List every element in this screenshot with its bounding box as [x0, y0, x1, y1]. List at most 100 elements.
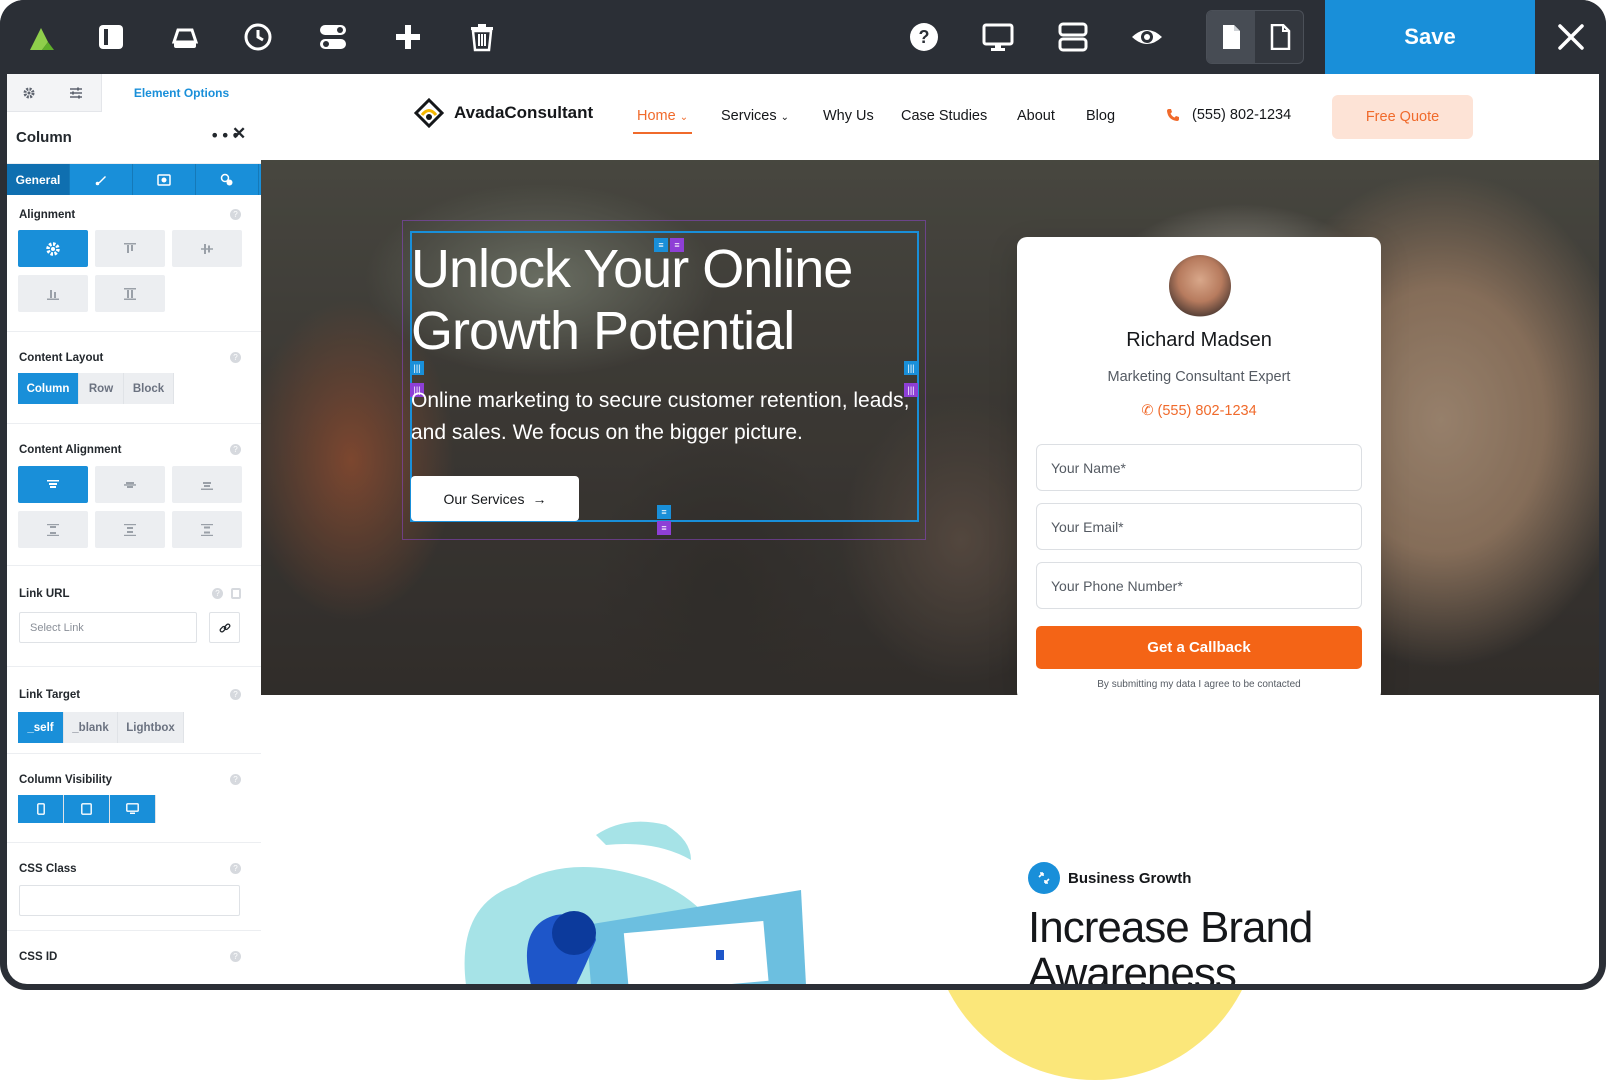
subtab-general[interactable]: General — [7, 164, 70, 195]
nav-blog[interactable]: Blog — [1086, 108, 1115, 124]
desktop-visibility-icon[interactable] — [110, 795, 156, 823]
alignment-section: Alignment ? — [7, 195, 261, 332]
link-target-segmented: _self _blank Lightbox — [18, 712, 184, 743]
callback-form-card: Richard Madsen Marketing Consultant Expe… — [1017, 237, 1381, 702]
bottom-drag-handle-icon[interactable]: ≡ — [657, 505, 671, 519]
panel-tabs: Element Options — [7, 74, 261, 112]
link-url-label: Link URL — [19, 588, 70, 600]
tab-element-options[interactable]: Element Options — [101, 74, 261, 112]
our-services-button[interactable]: Our Services → — [411, 476, 579, 521]
target-option-self[interactable]: _self — [18, 712, 64, 743]
help-icon[interactable]: ? — [230, 951, 241, 962]
space-around-icon[interactable] — [95, 511, 165, 548]
nav-about[interactable]: About — [1017, 108, 1055, 124]
dynamic-data-icon[interactable] — [231, 588, 241, 599]
content-alignment-label: Content Alignment — [19, 444, 122, 456]
add-icon[interactable] — [383, 12, 433, 62]
space-evenly-icon[interactable] — [172, 511, 242, 548]
css-id-label: CSS ID — [19, 951, 58, 963]
library-icon[interactable] — [160, 12, 210, 62]
design-brush-icon[interactable] — [70, 164, 133, 195]
email-field[interactable]: Your Email* — [1036, 503, 1362, 550]
tablet-visibility-icon[interactable] — [64, 795, 110, 823]
resize-right-handle-icon[interactable]: ||| — [904, 361, 918, 375]
trash-icon[interactable] — [457, 12, 507, 62]
justify-start-icon[interactable] — [18, 466, 88, 503]
save-button[interactable]: Save — [1325, 0, 1535, 74]
link-chain-icon[interactable] — [209, 612, 240, 643]
page-icon[interactable] — [1207, 11, 1255, 63]
content-layout-segmented: Column Row Block — [18, 373, 174, 404]
column-visibility-label: Column Visibility — [19, 774, 113, 786]
chevron-down-icon: ⌄ — [780, 112, 789, 123]
layout-option-block[interactable]: Block — [124, 373, 174, 404]
page-canvas: AvadaConsultant Home ⌄ Services ⌄ Why Us C… — [261, 74, 1599, 984]
name-field[interactable]: Your Name* — [1036, 444, 1362, 491]
help-icon[interactable]: ? — [212, 588, 223, 599]
bottom-container-handle-icon[interactable]: ≡ — [657, 521, 671, 535]
consultant-phone[interactable]: ✆ (555) 802-1234 — [1017, 403, 1381, 419]
css-id-section: CSS ID ? — [7, 931, 261, 984]
business-growth-label: Business Growth — [1068, 869, 1192, 887]
link-target-section: Link Target ? _self _blank Lightbox — [7, 667, 261, 754]
settings-tab-icon[interactable] — [7, 74, 51, 112]
svg-text:?: ? — [919, 27, 930, 47]
target-option-lightbox[interactable]: Lightbox — [118, 712, 184, 743]
illustration-image — [464, 821, 806, 984]
sliders-tab-icon[interactable] — [51, 74, 101, 112]
target-option-blank[interactable]: _blank — [64, 712, 118, 743]
avada-logo-icon[interactable] — [18, 12, 68, 62]
mobile-visibility-icon[interactable] — [18, 795, 64, 823]
help-icon[interactable]: ? — [230, 209, 241, 220]
align-bottom-icon[interactable] — [18, 275, 88, 312]
desktop-icon[interactable] — [973, 12, 1023, 62]
background-image-icon[interactable] — [133, 164, 196, 195]
sidebar-toggle-icon[interactable] — [86, 12, 136, 62]
close-icon[interactable] — [1548, 14, 1594, 60]
help-icon[interactable]: ? — [230, 689, 241, 700]
phone-field[interactable]: Your Phone Number* — [1036, 562, 1362, 609]
nav-services[interactable]: Services ⌄ — [721, 108, 789, 124]
extras-icon[interactable] — [196, 164, 259, 195]
css-class-input[interactable] — [19, 885, 240, 916]
consultant-phone-text: (555) 802-1234 — [1157, 403, 1257, 419]
preview-icon[interactable] — [1122, 12, 1172, 62]
justify-center-icon[interactable] — [95, 466, 165, 503]
arrow-right-icon: → — [532, 490, 547, 507]
resize-left-handle-icon[interactable]: ||| — [410, 361, 424, 375]
space-between-icon[interactable] — [18, 511, 88, 548]
site-logo[interactable]: AvadaConsultant — [414, 98, 593, 128]
top-toolbar: ? Save — [0, 0, 1606, 74]
site-header: AvadaConsultant Home ⌄ Services ⌄ Why Us C… — [261, 74, 1599, 160]
layout-icon[interactable] — [1048, 12, 1098, 62]
business-growth-section: Business Growth Increase Brand Awareness — [261, 695, 1599, 984]
align-stretch-icon[interactable] — [95, 275, 165, 312]
toggle-icon[interactable] — [308, 12, 358, 62]
nav-why-us[interactable]: Why Us — [823, 108, 874, 124]
page-alt-icon[interactable] — [1256, 11, 1304, 63]
align-auto-gear-icon[interactable] — [18, 230, 88, 267]
layout-option-column[interactable]: Column — [18, 373, 79, 404]
help-icon[interactable]: ? — [230, 774, 241, 785]
css-class-section: CSS Class ? — [7, 843, 261, 931]
get-callback-button[interactable]: Get a Callback — [1036, 626, 1362, 669]
justify-end-icon[interactable] — [172, 466, 242, 503]
align-top-icon[interactable] — [95, 230, 165, 267]
help-icon[interactable]: ? — [230, 863, 241, 874]
header-phone[interactable]: (555) 802-1234 — [1166, 107, 1291, 123]
chevron-down-icon: ⌄ — [679, 112, 689, 123]
panel-header: Column ••• ✕ — [7, 112, 261, 164]
help-icon[interactable]: ? — [230, 352, 241, 363]
nav-home[interactable]: Home ⌄ — [632, 108, 693, 134]
align-center-icon[interactable] — [172, 230, 242, 267]
element-options-panel: Element Options Column ••• ✕ General Ali… — [7, 74, 261, 984]
help-icon[interactable]: ? — [230, 444, 241, 455]
link-url-input[interactable]: Select Link — [19, 612, 197, 643]
history-icon[interactable] — [233, 12, 283, 62]
hero-subtitle: Online marketing to secure customer rete… — [411, 389, 910, 444]
layout-option-row[interactable]: Row — [79, 373, 124, 404]
nav-case-studies[interactable]: Case Studies — [901, 108, 987, 124]
close-panel-icon[interactable]: ✕ — [232, 124, 246, 144]
help-icon[interactable]: ? — [899, 12, 949, 62]
free-quote-button[interactable]: Free Quote — [1332, 95, 1473, 139]
